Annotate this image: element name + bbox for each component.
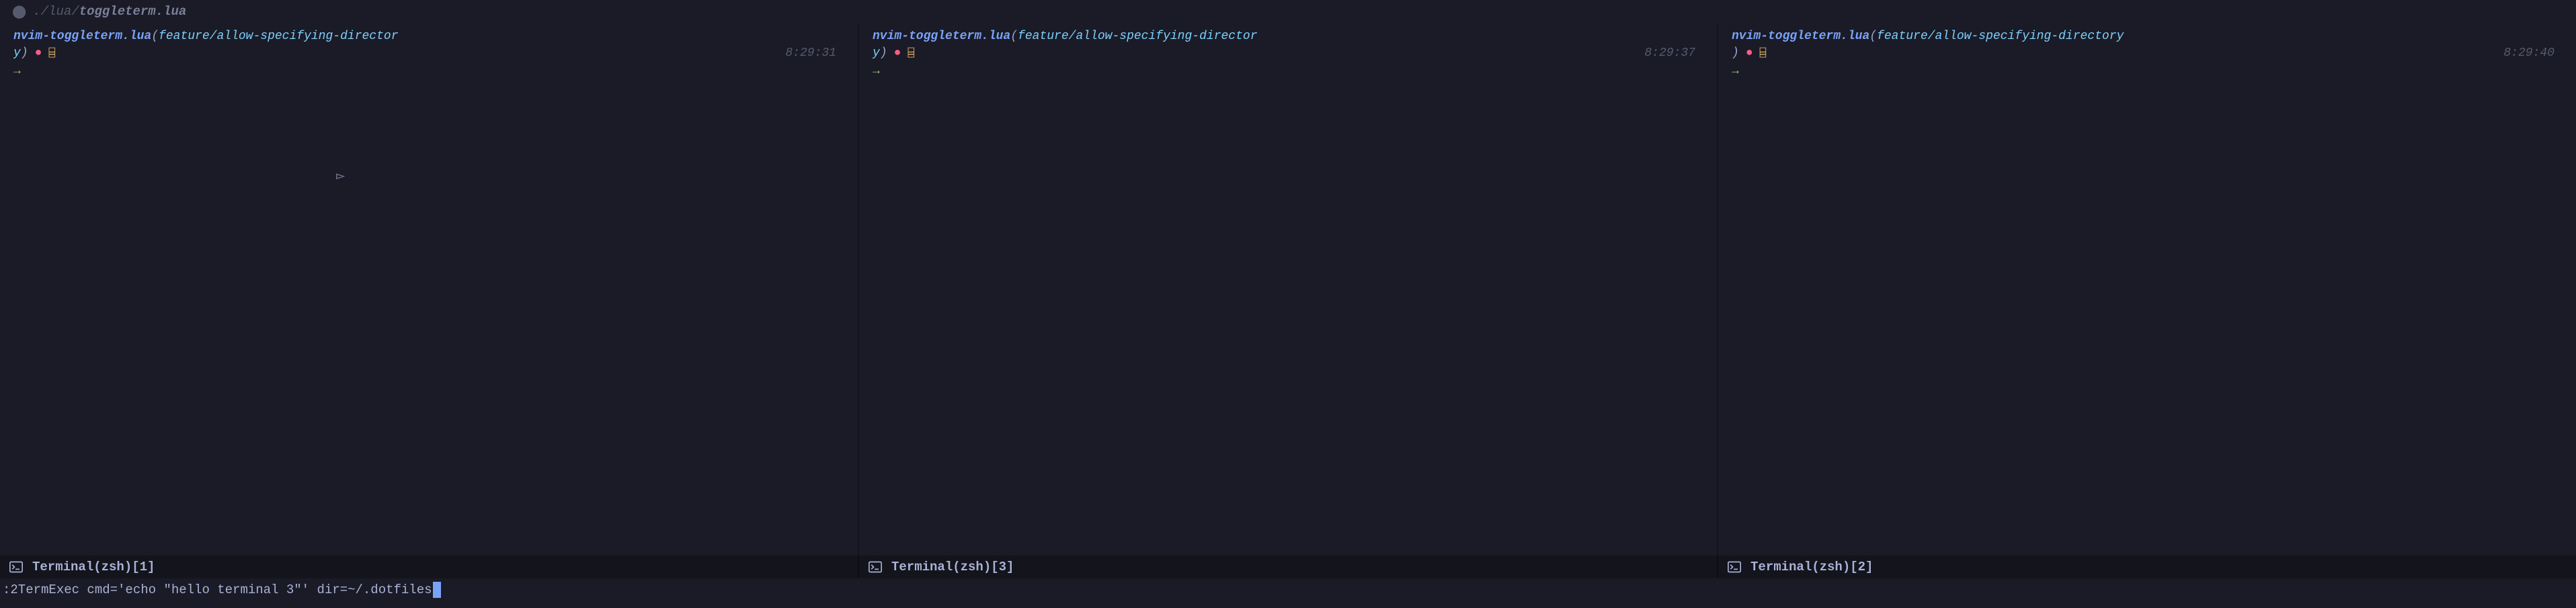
- prompt-block: nvim-toggleterm.lua(feature/allow-specif…: [0, 28, 858, 81]
- title-prefix: ./lua/: [33, 4, 79, 19]
- status-segment-2: Terminal(zsh)[3]: [859, 556, 1718, 578]
- timestamp: 8:29:37: [1644, 45, 1703, 62]
- terminal-pane-2[interactable]: nvim-toggleterm.lua(feature/allow-specif…: [859, 23, 1718, 556]
- project-name: nvim-toggleterm.lua: [13, 30, 151, 43]
- git-branch: feature/allow-specifying-director: [1018, 30, 1257, 43]
- paren-open: (: [1869, 30, 1877, 43]
- project-name: nvim-toggleterm.lua: [1732, 30, 1869, 43]
- status-label: Terminal(zsh)[3]: [891, 560, 1014, 574]
- status-label: Terminal(zsh)[1]: [32, 560, 155, 574]
- status-segment-1: Terminal(zsh)[1]: [0, 556, 859, 578]
- terminal-pane-3[interactable]: nvim-toggleterm.lua(feature/allow-specif…: [1718, 23, 2576, 556]
- paren-open: (: [1010, 30, 1018, 43]
- git-dirty-icon: ●: [1746, 45, 1753, 62]
- status-label: Terminal(zsh)[2]: [1750, 560, 1873, 574]
- prompt-block: nvim-toggleterm.lua(feature/allow-specif…: [859, 28, 1717, 81]
- prompt-arrow-icon: →: [13, 62, 844, 80]
- main-split-area: nvim-toggleterm.lua(feature/allow-specif…: [0, 23, 2576, 556]
- box-icon: ⌸: [1760, 46, 1767, 61]
- paren-close: ): [880, 46, 887, 60]
- command-text: :2TermExec cmd='echo "hello terminal 3"'…: [3, 582, 432, 597]
- prompt-arrow-icon: →: [873, 62, 1703, 80]
- cursor-block: [433, 582, 441, 598]
- terminal-pane-1[interactable]: nvim-toggleterm.lua(feature/allow-specif…: [0, 23, 859, 556]
- command-line[interactable]: :2TermExec cmd='echo "hello terminal 3"'…: [0, 578, 2576, 601]
- terminal-icon: [869, 561, 882, 573]
- paren-close: ): [21, 46, 28, 60]
- prompt-block: nvim-toggleterm.lua(feature/allow-specif…: [1718, 28, 2576, 81]
- git-dirty-icon: ●: [894, 45, 901, 62]
- git-branch: feature/allow-specifying-directory: [1877, 30, 2124, 43]
- timestamp: 8:29:40: [2503, 45, 2563, 62]
- paren-close: ): [1732, 46, 1739, 60]
- terminal-icon: [9, 561, 23, 573]
- git-dirty-icon: ●: [35, 45, 42, 62]
- title-bullet: ⬤: [12, 4, 26, 20]
- status-segment-3: Terminal(zsh)[2]: [1718, 556, 2576, 578]
- terminal-icon: [1728, 561, 1741, 573]
- timestamp: 8:29:31: [785, 45, 844, 62]
- box-icon: ⌸: [48, 46, 55, 61]
- title-bar: ⬤ ./lua/ toggleterm.lua: [0, 0, 2576, 23]
- paren-open: (: [151, 30, 159, 43]
- project-name: nvim-toggleterm.lua: [873, 30, 1010, 43]
- mouse-pointer-icon: ▻: [336, 167, 345, 185]
- git-branch-tail: y: [873, 46, 880, 60]
- box-icon: ⌸: [908, 46, 914, 61]
- git-branch: feature/allow-specifying-director: [159, 30, 398, 43]
- title-file: toggleterm.lua: [79, 4, 187, 19]
- prompt-arrow-icon: →: [1732, 62, 2563, 80]
- git-branch-tail: y: [13, 46, 21, 60]
- status-line: Terminal(zsh)[1] Terminal(zsh)[3] Termin…: [0, 556, 2576, 578]
